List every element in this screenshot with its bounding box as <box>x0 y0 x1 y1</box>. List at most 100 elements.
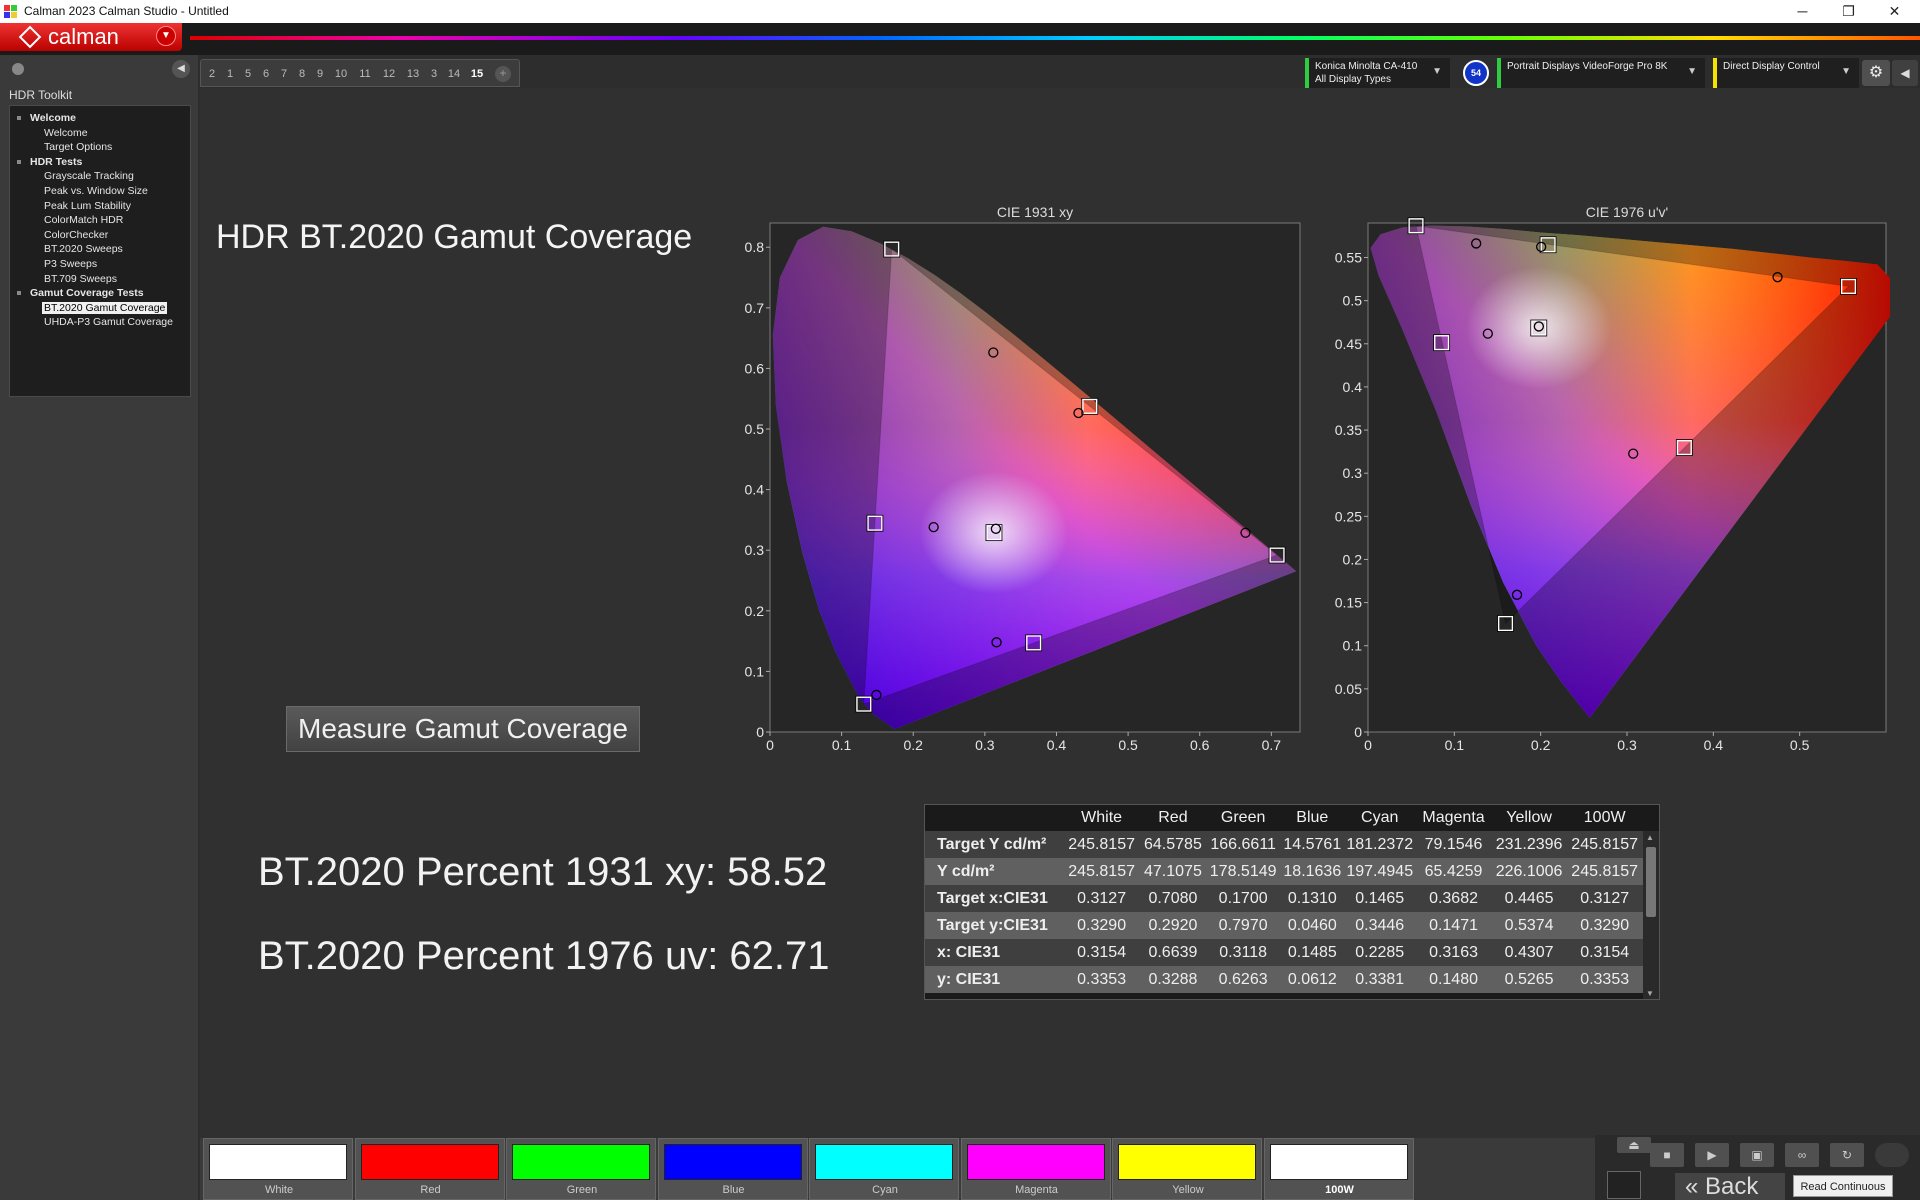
tab-15[interactable]: 15 <box>465 68 489 80</box>
tree-item[interactable]: ColorMatch HDR <box>44 214 123 226</box>
collapse-left-icon[interactable]: ◀ <box>172 60 190 78</box>
pin-icon[interactable] <box>12 63 24 75</box>
x-tick-label: 0.5 <box>1790 737 1810 753</box>
patch-color <box>360 1144 499 1180</box>
tree-item[interactable]: Welcome <box>44 127 88 139</box>
tree-item[interactable]: ColorChecker <box>44 229 108 241</box>
tab-14[interactable]: 14 <box>443 68 465 80</box>
tree-item[interactable]: BT.2020 Sweeps <box>44 243 123 255</box>
table-cell: 181.2372 <box>1344 831 1416 858</box>
table-cell: 245.8157 <box>1063 831 1140 858</box>
patch-swatch-magenta[interactable]: Magenta <box>960 1138 1111 1200</box>
chart-title: CIE 1931 xy <box>997 204 1073 220</box>
tree-group[interactable]: Gamut Coverage Tests <box>30 287 144 299</box>
table-cell: 245.8157 <box>1566 858 1643 885</box>
table-cell: 0.0612 <box>1280 966 1345 993</box>
diamond-icon <box>18 25 42 49</box>
tree-item[interactable]: UHDA-P3 Gamut Coverage <box>44 316 173 328</box>
patch-label: Blue <box>722 1184 745 1196</box>
tab-12[interactable]: 12 <box>377 68 401 80</box>
source-selector[interactable]: Portrait Displays VideoForge Pro 8K ▼ <box>1497 58 1705 88</box>
meter-mode: All Display Types <box>1315 74 1391 85</box>
tree-expander-icon[interactable] <box>17 159 21 164</box>
column-header[interactable]: Red <box>1140 805 1206 831</box>
table-cell: 231.2396 <box>1491 831 1567 858</box>
play-icon[interactable]: ▶ <box>1695 1143 1729 1167</box>
gear-icon[interactable]: ⚙ <box>1862 60 1890 86</box>
minimize-button[interactable]: ─ <box>1780 0 1825 23</box>
tab-11[interactable]: 11 <box>353 68 377 80</box>
column-header[interactable]: Green <box>1206 805 1280 831</box>
measurement-table: White Red Green Blue Cyan Magenta Yellow 100W Ta… <box>924 804 1660 1000</box>
tree-expander-icon[interactable] <box>17 291 21 296</box>
table-scrollbar[interactable]: ▲ ▼ <box>1643 831 1659 999</box>
column-header[interactable]: Yellow <box>1492 805 1566 831</box>
column-header[interactable]: Magenta <box>1415 805 1492 831</box>
tab-2[interactable]: 2 <box>203 68 221 80</box>
back-button[interactable]: « Back <box>1675 1173 1785 1200</box>
cie-1976-chart: CIE 1976 u'v' 0 0.1 0.2 0.3 0.4 0.5 0 0.05 0.1 0.1… <box>1335 204 1890 753</box>
tree-item[interactable]: Peak Lum Stability <box>44 200 131 212</box>
table-row: x: CIE31 0.3154 0.6639 0.3118 0.1485 0.2285 0.… <box>925 939 1643 966</box>
table-cell: 0.3288 <box>1139 966 1206 993</box>
save-icon[interactable]: ▣ <box>1740 1143 1774 1167</box>
tab-1[interactable]: 1 <box>221 68 239 80</box>
tree-group[interactable]: HDR Tests <box>30 156 82 168</box>
tab-5[interactable]: 5 <box>239 68 257 80</box>
tree-item[interactable]: Target Options <box>44 141 112 153</box>
table-cell: 0.5265 <box>1491 966 1567 993</box>
x-tick-label: 0 <box>1364 737 1372 753</box>
add-tab-button[interactable]: + <box>495 66 511 82</box>
patch-swatch-white[interactable]: White <box>203 1138 353 1200</box>
tab-3[interactable]: 3 <box>425 68 443 80</box>
tree-group[interactable]: Welcome <box>30 112 76 124</box>
patch-swatch-red[interactable]: Red <box>354 1138 505 1200</box>
table-row: Target x:CIE31 0.3127 0.7080 0.1700 0.1310 0.… <box>925 885 1643 912</box>
meter-badge[interactable]: 54 <box>1463 60 1489 86</box>
column-header[interactable]: 100W <box>1566 805 1643 831</box>
scroll-down-icon[interactable]: ▼ <box>1646 989 1654 998</box>
column-header[interactable] <box>925 805 1063 831</box>
tree-item[interactable]: P3 Sweeps <box>44 258 97 270</box>
calman-logo-menu[interactable]: calman ▼ <box>0 23 182 51</box>
refresh-icon[interactable]: ↻ <box>1830 1143 1864 1167</box>
patch-swatch-green[interactable]: Green <box>506 1138 656 1200</box>
column-header[interactable]: Blue <box>1280 805 1344 831</box>
tree-item[interactable]: BT.2020 Gamut Coverage <box>42 301 168 314</box>
patch-swatch-yellow[interactable]: Yellow <box>1112 1138 1262 1200</box>
patch-swatch-100w[interactable]: 100W <box>1263 1138 1414 1200</box>
tab-8[interactable]: 8 <box>293 68 311 80</box>
patch-swatch-blue[interactable]: Blue <box>657 1138 808 1200</box>
scroll-up-icon[interactable]: ▲ <box>1646 833 1654 842</box>
display-selector[interactable]: Direct Display Control ▼ <box>1713 58 1859 88</box>
tab-13[interactable]: 13 <box>401 68 425 80</box>
scroll-thumb[interactable] <box>1646 847 1656 917</box>
tree-expander-icon[interactable] <box>17 116 21 120</box>
stop-icon[interactable]: ■ <box>1650 1143 1684 1167</box>
x-tick-label: 0.2 <box>904 737 924 753</box>
tab-7[interactable]: 7 <box>275 68 293 80</box>
infinity-icon[interactable]: ∞ <box>1785 1143 1819 1167</box>
tree-item[interactable]: Peak vs. Window Size <box>44 185 148 197</box>
measure-gamut-button[interactable]: Measure Gamut Coverage <box>286 706 640 752</box>
record-icon[interactable] <box>1875 1143 1909 1167</box>
close-button[interactable]: ✕ <box>1872 0 1917 23</box>
tab-9[interactable]: 9 <box>311 68 329 80</box>
tab-10[interactable]: 10 <box>329 68 353 80</box>
y-tick-label: 0.6 <box>745 360 765 376</box>
row-label: Target Y cd/m² <box>925 831 1064 858</box>
tree-item[interactable]: Grayscale Tracking <box>44 170 134 182</box>
patch-color <box>209 1144 347 1180</box>
display-icon[interactable] <box>1607 1171 1641 1199</box>
column-header[interactable]: Cyan <box>1344 805 1415 831</box>
tab-6[interactable]: 6 <box>257 68 275 80</box>
collapse-right-icon[interactable]: ◀ <box>1892 60 1918 86</box>
chevron-down-icon: ▼ <box>1841 66 1851 77</box>
maximize-button[interactable]: ❐ <box>1826 0 1871 23</box>
chevron-down-icon[interactable]: ▼ <box>156 26 176 46</box>
tree-item[interactable]: BT.709 Sweeps <box>44 273 117 285</box>
patch-swatch-cyan[interactable]: Cyan <box>809 1138 959 1200</box>
meter-selector[interactable]: Konica Minolta CA-410 All Display Types … <box>1305 58 1450 88</box>
column-header[interactable]: White <box>1063 805 1140 831</box>
eject-icon[interactable]: ⏏ <box>1617 1137 1651 1153</box>
